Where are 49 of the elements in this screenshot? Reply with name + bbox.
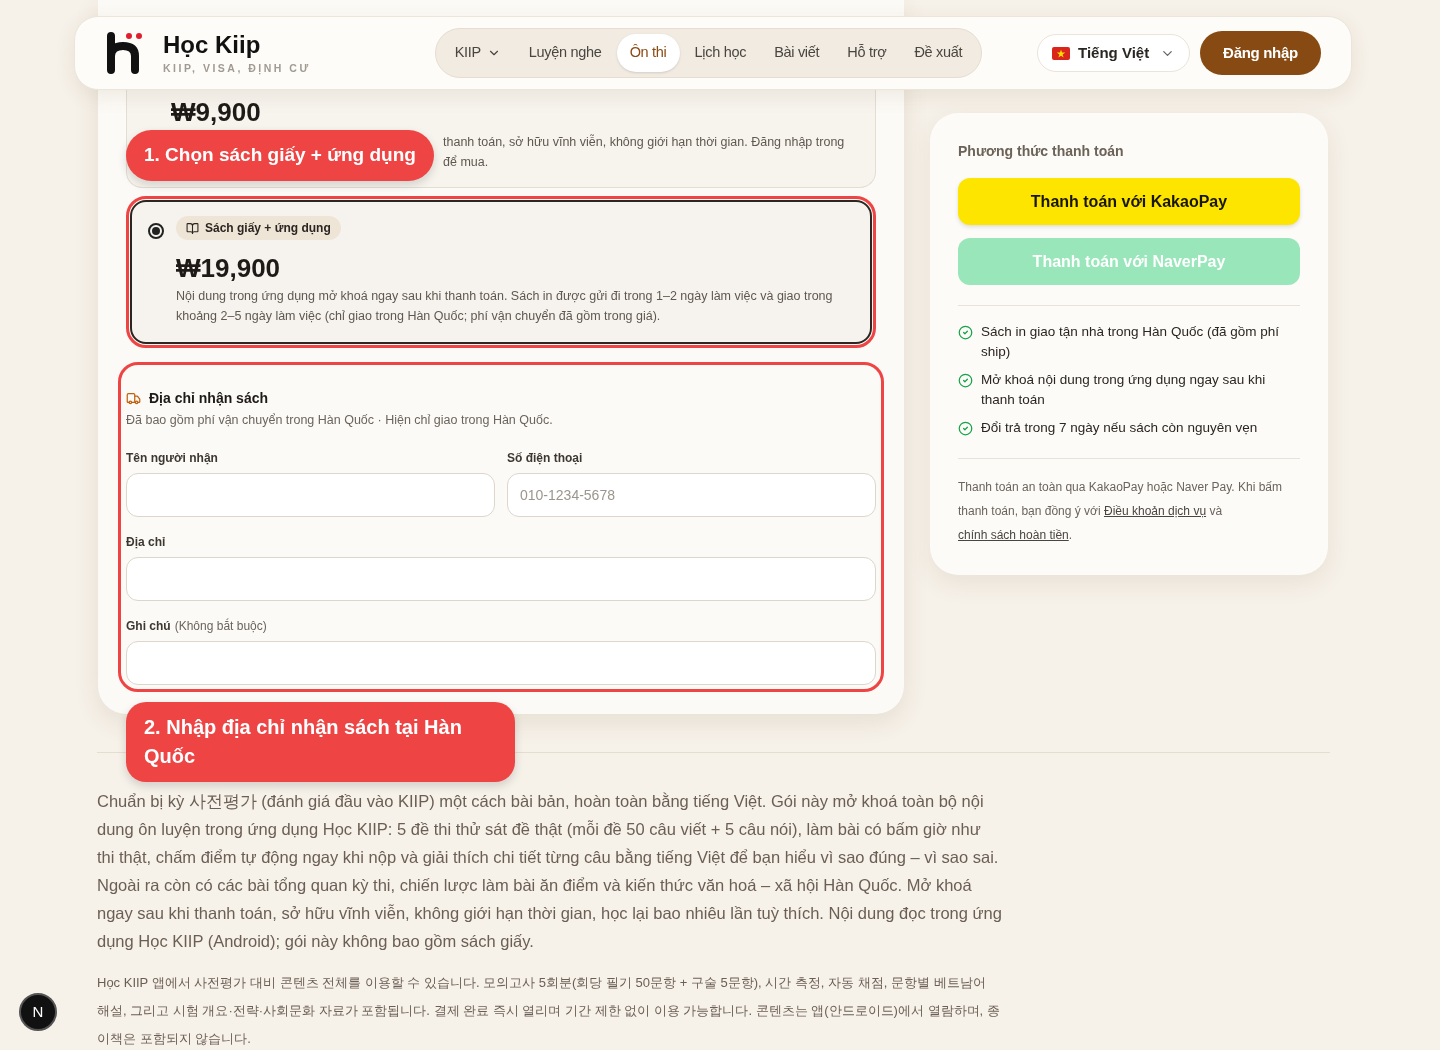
check-circle-icon [958, 421, 973, 436]
section-subtitle: Đã bao gồm phí vận chuyển trong Hàn Quốc · Hiện chỉ giao trong Hàn Quốc. [126, 411, 554, 429]
step-callout-tooltip: 2. Nhập địa chỉ nhận sách tại Hàn Quốc [126, 702, 515, 782]
nav-tab[interactable]: Ôn thi [616, 34, 680, 72]
dev-badge[interactable]: N [19, 993, 57, 1031]
truck-icon [126, 391, 141, 406]
plan-description: khoảng 2–5 ngày làm việc (chỉ giao trong Hàn Quốc; phí vận chuyển đã gồm trong giá). [176, 307, 662, 325]
plan-description: thanh toán, sở hữu vĩnh viễn, không giới hạn thời gian. Đăng nhập trong [443, 133, 846, 151]
input-field[interactable] [126, 556, 876, 601]
feature-text: Sách in giao tận nhà trong Hàn Quốc (đã gồm phí ship) [981, 323, 1280, 361]
plan-badge: Sách giấy + ứng dụng [176, 216, 341, 240]
panel-title: Phương thức thanh toán [958, 142, 1125, 161]
check-circle-icon [958, 325, 973, 340]
input-field[interactable] [126, 472, 495, 517]
field-label: Ghi chú [126, 617, 171, 635]
product-description: Chuẩn bị kỳ 사전평가 (đánh giá đầu vào KIIP) một cách bài bản, hoàn toàn bằng tiếng Việt. Gói này mở khoá toàn bộ nội dung ôn luyện trong ứng dụng Học KIIP: 5 đề thi thử sát đề thật (mỗi đề 50 câu viết + 5 câu nói), làm bài có bấm giờ như thi thật, chấm điểm tự động ngay khi nộp và giải thích chi tiết từng câu bằng tiếng Việt để bạn hiểu vì sao đúng – vì sao sai. Ngoài ra còn có các bài tổng quan kỳ thi, chiến lược làm bài ăn điểm và kiến thức văn hoá – xã hội Hàn Quốc. Mở khoá ngay sau khi thanh toán, sở hữu vĩnh viễn, không giới hạn thời gian, học lại bao nhiêu lần tuỳ thích. Nội dung đọc trong ứng dụng Học KIIP (Android); gói này không bao gồm sách giấy. [97, 790, 1002, 952]
input-field[interactable]: 010-1234-5678 [507, 472, 876, 517]
nav-tab[interactable]: Hỗ trợ [834, 34, 900, 72]
nav-tab[interactable]: Bài viết [761, 34, 833, 72]
feature-text: Đổi trả trong 7 ngày nếu sách còn nguyên vẹn [981, 419, 1258, 437]
refund-policy-link[interactable]: chính sách hoàn tiền [958, 528, 1069, 542]
payment-note: Thanh toán an toàn qua KakaoPay hoặc Naver Pay. Khi bấm thanh toán, bạn đồng ý với Điều khoản dịch vụ và chính sách hoàn tiền. [958, 479, 1283, 544]
step-callout-tooltip: 1. Chọn sách giấy + ứng dụng [126, 130, 434, 181]
plan-description: để mua. [443, 154, 490, 171]
brand-name: Học Kiip [163, 31, 262, 59]
plan-price: ₩19,900 [176, 251, 282, 284]
flag-icon [1052, 46, 1070, 60]
plan-description: Nội dung trong ứng dụng mở khoá ngay sau khi thanh toán. Sách in được gửi đi trong 1–2 ngày làm việc và giao trong [176, 287, 834, 305]
payment-button[interactable]: Thanh toán với KakaoPay [958, 178, 1300, 225]
brand-tagline: KIIP, VISA, ĐỊNH CƯ [163, 61, 311, 75]
check-circle-icon [958, 373, 973, 388]
field-hint: (Không bắt buộc) [174, 617, 267, 635]
radio-selected-icon[interactable] [148, 223, 164, 239]
field-label: Số điện thoại [507, 449, 583, 467]
product-description-korean: Học KIIP 앱에서 사전평가 대비 콘텐츠 전체를 이용할 수 있습니다. 모의고사 5회분(회당 필기 50문항 + 구술 5문항), 시간 측정, 자동 채점, 문항별 베트남어 해설, 그리고 시험 개요·전략·사회문화 자료가 포함됩니다. 결제 완료 즉시 열리며 기간 제한 없이 이용 가능합니다. 콘텐츠는 앱(안드로이드)에서 열람하며, 종이책은 포함되지 않습니다. [97, 973, 1001, 1048]
terms-link[interactable]: Điều khoản dịch vụ [1104, 504, 1207, 518]
nav-tab[interactable]: Lịch học [681, 34, 760, 72]
language-select[interactable]: Tiếng Việt [1037, 34, 1190, 72]
field-label: Tên người nhận [126, 449, 218, 467]
feature-text: Mở khoá nội dung trong ứng dụng ngay sau khi thanh toán [981, 371, 1267, 409]
book-icon [186, 221, 199, 235]
login-button[interactable]: Đăng nhập [1200, 31, 1321, 75]
plan-price: ₩9,900 [171, 96, 262, 128]
nav-tab[interactable]: KIIP [441, 34, 514, 72]
field-label: Địa chỉ [126, 533, 166, 551]
section-title: Địa chỉ nhận sách [149, 389, 269, 408]
input-field[interactable] [126, 640, 876, 685]
nav-tab[interactable]: Luyện nghe [515, 34, 615, 72]
nav-tab[interactable]: Đề xuất [901, 34, 976, 72]
